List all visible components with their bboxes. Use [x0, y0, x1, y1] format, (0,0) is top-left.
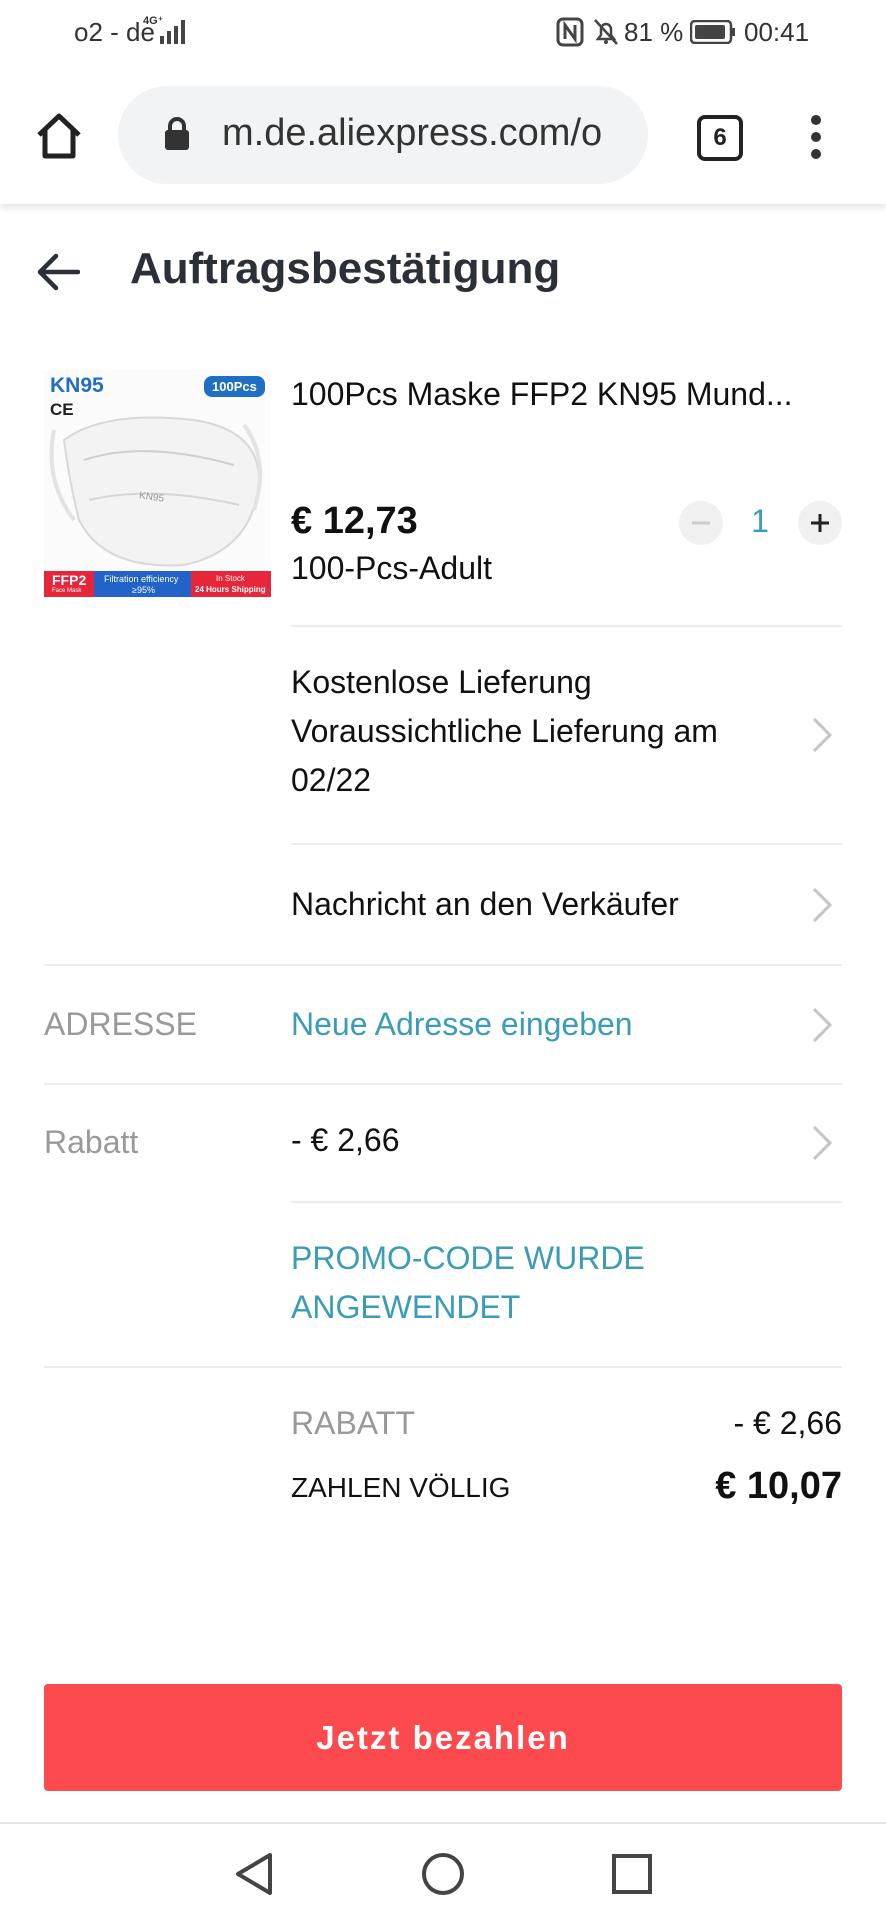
discount-label: Rabatt: [44, 1124, 139, 1160]
lock-icon: [165, 117, 189, 150]
summary-discount-label: RABATT: [291, 1405, 415, 1441]
minus-icon: [692, 521, 710, 525]
product-variant: 100-Pcs-Adult: [291, 550, 492, 586]
signal-icon: [160, 20, 185, 44]
home-icon[interactable]: [34, 111, 84, 161]
chevron-right-icon: [812, 1007, 833, 1043]
address-bar[interactable]: m.de.aliexpress.com/o: [118, 86, 648, 184]
quantity-increase-button[interactable]: [798, 501, 842, 545]
delivery-row[interactable]: Kostenlose Lieferung Voraussichtliche Li…: [291, 648, 842, 828]
divider: [291, 625, 842, 627]
image-ffp2-label: FFP2: [52, 572, 87, 588]
home-circle-icon[interactable]: [420, 1851, 466, 1897]
delivery-estimate-label: Voraussichtliche Lieferung am: [291, 713, 718, 749]
image-kn95-label: KN95: [50, 374, 104, 397]
url-text[interactable]: m.de.aliexpress.com/o: [222, 112, 632, 155]
image-filtration-label: Filtration efficiency: [104, 574, 179, 584]
address-row[interactable]: ADRESSE Neue Adresse eingeben: [44, 980, 842, 1070]
pay-now-button[interactable]: Jetzt bezahlen: [44, 1684, 842, 1791]
image-face-mask-label: Face Mask: [52, 588, 82, 594]
plus-icon: [811, 514, 829, 532]
status-bar: o2 - de 4G⁺ 81 % 00:41: [0, 0, 886, 66]
image-pcs-badge: 100Pcs: [204, 376, 265, 397]
image-shipping-label: 24 Hours Shipping: [195, 585, 266, 594]
chevron-right-icon: [812, 1125, 833, 1161]
battery-percent: 81 %: [624, 17, 684, 47]
recents-square-icon[interactable]: [610, 1852, 654, 1896]
divider: [44, 1083, 842, 1085]
image-efficiency-label: ≥95%: [132, 585, 155, 595]
system-navigation-bar: [0, 1822, 886, 1922]
mute-notifications-icon: [594, 19, 618, 45]
discount-value: - € 2,66: [291, 1122, 400, 1158]
promo-applied-line2: ANGEWENDET: [291, 1289, 521, 1325]
image-in-stock-label: In Stock: [216, 574, 245, 583]
mask-illustration: [44, 370, 271, 597]
chevron-right-icon: [812, 887, 833, 923]
divider: [44, 1366, 842, 1368]
clock: 00:41: [744, 17, 810, 47]
total-label: ZAHLEN VÖLLIG: [291, 1472, 511, 1503]
product-name[interactable]: 100Pcs Maske FFP2 KN95 Mund...: [291, 376, 851, 413]
promo-applied-line1: PROMO-CODE WURDE: [291, 1240, 645, 1276]
product-price: € 12,73: [291, 500, 418, 542]
message-seller-row[interactable]: Nachricht an den Verkäufer: [291, 860, 842, 950]
back-arrow-icon[interactable]: [36, 252, 80, 292]
delivery-date: 02/22: [291, 762, 372, 798]
quantity-decrease-button[interactable]: [679, 501, 723, 545]
divider: [44, 964, 842, 966]
page-title: Auftragsbestätigung: [130, 244, 561, 293]
nfc-icon: [556, 17, 584, 47]
chevron-right-icon: [812, 717, 833, 753]
delivery-free-label: Kostenlose Lieferung: [291, 664, 592, 700]
summary-discount-value: - € 2,66: [733, 1405, 842, 1441]
total-value: € 10,07: [715, 1465, 842, 1507]
divider: [291, 843, 842, 845]
discount-row[interactable]: Rabatt - € 2,66: [44, 1098, 842, 1188]
more-menu-icon[interactable]: [804, 112, 828, 162]
browser-toolbar: m.de.aliexpress.com/o 6: [0, 66, 886, 204]
quantity-value: 1: [751, 503, 769, 539]
address-label: ADRESSE: [44, 1006, 197, 1042]
back-triangle-icon[interactable]: [232, 1851, 276, 1897]
image-ce-label: CE: [50, 400, 74, 419]
divider: [291, 1201, 842, 1203]
battery-icon: [690, 20, 735, 44]
product-image[interactable]: KN95 CE 100Pcs KN95 FFP2 Face Mask Filtr…: [44, 370, 271, 597]
tab-switcher-button[interactable]: 6: [697, 115, 743, 161]
new-address-link[interactable]: Neue Adresse eingeben: [291, 1006, 633, 1043]
message-seller-label: Nachricht an den Verkäufer: [291, 886, 679, 922]
